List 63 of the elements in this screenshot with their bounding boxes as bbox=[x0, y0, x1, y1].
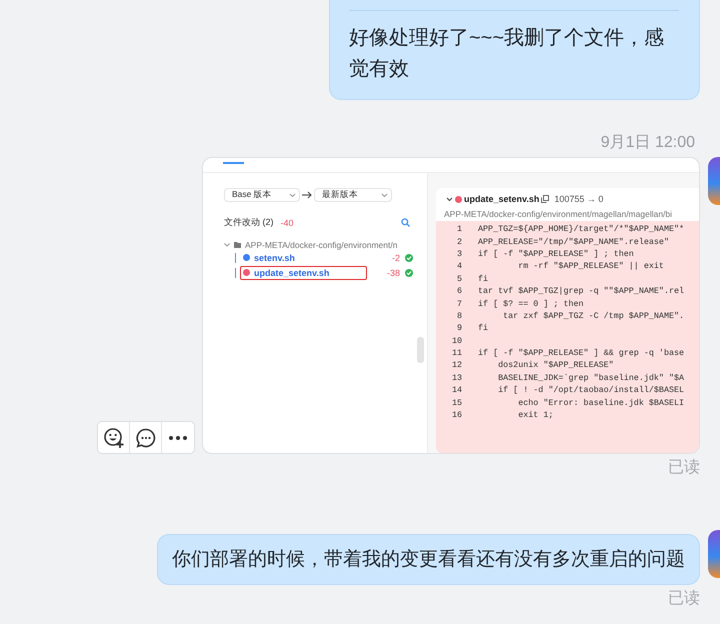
line-number: 2 bbox=[456, 236, 462, 247]
line-number: 6 bbox=[456, 286, 462, 296]
line-number: 10 bbox=[450, 336, 462, 346]
line-number: 13 bbox=[450, 372, 462, 383]
line-number: 9 bbox=[456, 323, 462, 334]
code-line: exit 1; bbox=[517, 410, 554, 420]
smiley-plus-icon bbox=[102, 426, 124, 448]
line-number: 8 bbox=[456, 310, 462, 321]
more-icon bbox=[168, 434, 188, 440]
line-number: 3 bbox=[456, 248, 462, 259]
changes-title: 文件改动 (2) bbox=[224, 216, 274, 229]
avatar bbox=[708, 530, 720, 578]
timestamp: 9月1日 12:00 bbox=[600, 133, 695, 153]
check-icon bbox=[405, 254, 413, 262]
search-icon[interactable] bbox=[401, 218, 410, 227]
version-select[interactable]: 最新版本 bbox=[314, 188, 392, 202]
check-icon bbox=[405, 268, 413, 276]
code-line: BASELINE_JDK=`grep "baseline.jdk" "$A bbox=[497, 372, 684, 383]
line-number: 15 bbox=[450, 398, 462, 408]
line-number: 14 bbox=[450, 385, 462, 396]
message-text: 你们部署的时候，带着我的变更看看还有没有多次重启的问题 bbox=[172, 548, 685, 572]
chat-bubble-icon bbox=[134, 426, 156, 448]
line-number: 5 bbox=[456, 274, 462, 284]
code-line: echo "Error: baseline.jdk $BASELI bbox=[517, 398, 684, 408]
code-line: APP_TGZ=${APP_HOME}/target"/*"$APP_NAME"* bbox=[478, 224, 684, 234]
file-item[interactable]: setenv.sh -2 bbox=[235, 250, 413, 265]
tab-indicator bbox=[223, 162, 244, 164]
collapse-handle[interactable] bbox=[417, 337, 424, 363]
version-select[interactable]: Base 版本 bbox=[224, 188, 300, 202]
code-line: if [ -f "$APP_RELEASE" ] && grep -q 'base bbox=[478, 348, 684, 358]
right-arrow-icon bbox=[302, 191, 312, 199]
folder-path: APP-META/docker-config/environment/n bbox=[245, 240, 398, 250]
chevron-down-icon bbox=[381, 192, 388, 198]
line-number: 1 bbox=[456, 224, 462, 234]
code-line: tar zxf $APP_TGZ -C /tmp $APP_NAME". bbox=[502, 310, 684, 321]
message-text: 好像处理好了~~~我删了个文件，感觉有效 bbox=[349, 26, 666, 82]
chevron-down-icon[interactable] bbox=[446, 196, 453, 202]
avatar bbox=[708, 157, 720, 205]
code-line: APP_RELEASE="/tmp/"$APP_NAME".release" bbox=[478, 236, 669, 247]
code-line: if [ $? == 0 ] ; then bbox=[478, 298, 584, 309]
code-line: rm -rf "$APP_RELEASE" || exit bbox=[517, 261, 664, 272]
line-number: 12 bbox=[450, 360, 462, 370]
copy-icon[interactable] bbox=[541, 195, 550, 203]
code-line: tar tvf $APP_TGZ|grep -q ""$APP_NAME".rel bbox=[478, 286, 684, 296]
line-number: 11 bbox=[450, 348, 462, 358]
code-line: fi bbox=[478, 274, 488, 284]
read-status: 已读 bbox=[668, 589, 700, 609]
file-mode: 100755 → 0 bbox=[554, 194, 604, 204]
line-count: -38 bbox=[386, 268, 400, 278]
code-line: dos2unix "$APP_RELEASE" bbox=[497, 360, 614, 370]
code-line: if [ -f "$APP_RELEASE" ] ; then bbox=[478, 248, 634, 259]
code-line: fi bbox=[478, 323, 488, 334]
folder-icon bbox=[234, 242, 241, 248]
chevron-down-icon bbox=[289, 192, 296, 198]
code-line: if [ ! -d "/opt/taobao/install/$BASEL bbox=[497, 385, 684, 396]
line-count: -2 bbox=[392, 252, 400, 262]
changes-count: -40 bbox=[280, 218, 294, 228]
line-number: 7 bbox=[456, 298, 462, 309]
read-status: 已读 bbox=[668, 458, 700, 478]
line-number: 16 bbox=[450, 410, 462, 420]
diff-file-name: update_setenv.sh bbox=[464, 194, 540, 204]
line-number: 4 bbox=[456, 261, 462, 272]
file-path: APP-META/docker-config/environment/magellan/magellan/bi bbox=[443, 208, 674, 221]
